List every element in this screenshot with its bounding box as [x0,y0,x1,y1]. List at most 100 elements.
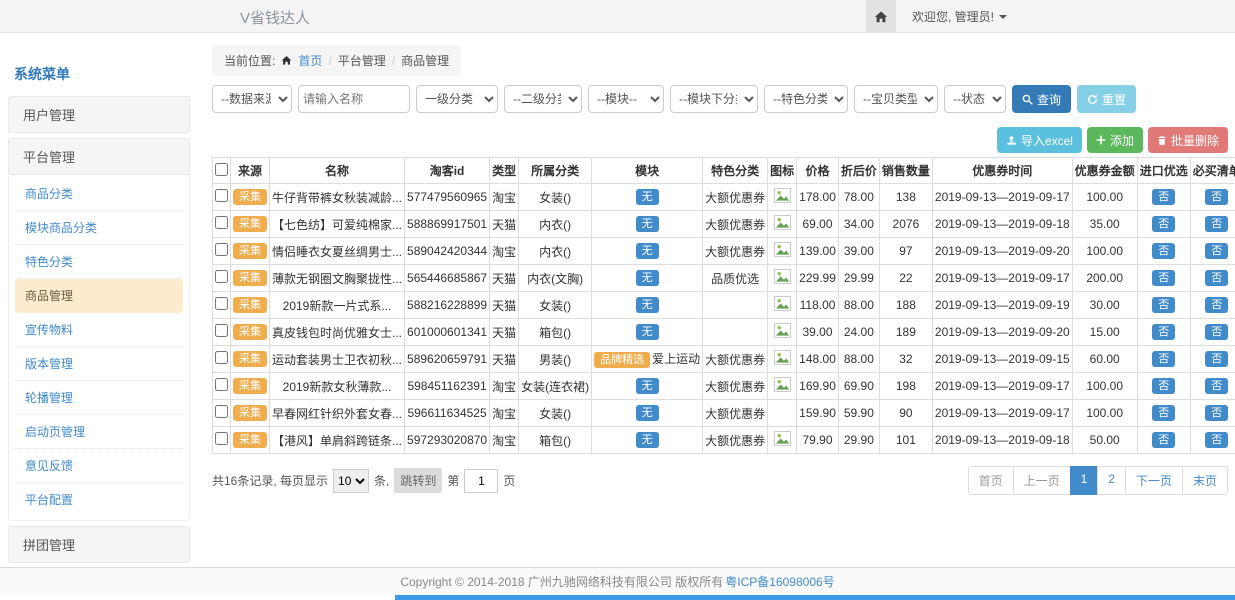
module-cell: 品牌精选爱上运动 [592,346,703,373]
pager-button[interactable]: 上一页 [1013,466,1071,495]
must-buy-badge[interactable]: 否 [1205,216,1228,232]
filter-select-5[interactable]: --宝贝类型-- [854,85,938,113]
import-optimal-badge[interactable]: 否 [1152,297,1175,313]
pager-button[interactable]: 2 [1097,466,1126,495]
sidebar-group-2[interactable]: 拼团管理 [8,526,190,563]
sidebar-item[interactable]: 版本管理 [15,347,183,381]
module-badge: 品牌精选 [594,352,650,368]
batch-delete-button[interactable]: 批量删除 [1148,127,1228,153]
select-all-checkbox[interactable] [215,163,228,176]
shop-type: 淘宝 [490,427,519,454]
table-row: 采集 情侣睡衣女夏丝绸男士... 589042420344 淘宝 内衣() 无 … [213,238,1235,265]
filter-select-3[interactable]: --模块下分类-- [670,85,758,113]
shop-type: 天猫 [490,346,519,373]
import-optimal-badge[interactable]: 否 [1152,189,1175,205]
sales-count: 22 [879,265,932,292]
import-optimal-badge[interactable]: 否 [1152,270,1175,286]
row-checkbox[interactable] [215,351,228,364]
must-buy-badge[interactable]: 否 [1205,405,1228,421]
import-optimal-badge[interactable]: 否 [1152,378,1175,394]
sidebar-item[interactable]: 宣传物料 [15,313,183,347]
search-button[interactable]: 查询 [1012,85,1071,113]
add-button[interactable]: 添加 [1087,127,1143,153]
user-menu[interactable]: 欢迎您, 管理员! [912,8,1007,25]
pager-button[interactable]: 1 [1070,466,1099,495]
must-buy-badge[interactable]: 否 [1205,432,1228,448]
reset-button[interactable]: 重置 [1077,85,1136,113]
page-number-input[interactable] [464,469,498,493]
shop-type: 天猫 [490,265,519,292]
filter-select-4[interactable]: --特色分类-- [764,85,848,113]
sidebar-item-active[interactable]: 商品管理 [15,279,183,313]
row-checkbox[interactable] [215,189,228,202]
thumbnail-cell [768,427,797,454]
jump-button[interactable]: 跳转到 [394,468,442,493]
pager-button[interactable]: 首页 [968,466,1014,495]
import-optimal-badge[interactable]: 否 [1152,405,1175,421]
filter-select-1[interactable]: --二级分类-- [504,85,582,113]
must-buy-badge[interactable]: 否 [1205,189,1228,205]
product-image-icon [774,242,791,260]
category: 箱包() [519,319,592,346]
source-badge: 采集 [233,324,267,340]
row-checkbox[interactable] [215,297,228,310]
must-buy-badge[interactable]: 否 [1205,378,1228,394]
home-button[interactable] [866,0,896,33]
coupon-amount: 35.00 [1072,211,1137,238]
sidebar-group-0[interactable]: 用户管理 [8,96,190,133]
must-buy-badge[interactable]: 否 [1205,351,1228,367]
sidebar-item[interactable]: 启动页管理 [15,415,183,449]
shop-type: 天猫 [490,211,519,238]
category: 内衣(文胸) [519,265,592,292]
import-optimal-badge[interactable]: 否 [1152,351,1175,367]
name-search-input[interactable] [298,85,410,113]
discount-price: 59.90 [838,400,879,427]
breadcrumb-home-link[interactable]: 首页 [298,52,322,69]
must-buy-badge[interactable]: 否 [1205,324,1228,340]
per-page-select[interactable]: 10 [333,469,369,493]
sidebar-item[interactable]: 特色分类 [15,245,183,279]
product-name: 情侣睡衣女夏丝绸男士... [270,238,405,265]
icp-link[interactable]: 粤ICP备16098006号 [725,573,834,590]
sidebar-item[interactable]: 平台配置 [15,483,183,516]
bottom-scrollbar[interactable] [395,595,1235,600]
product-name: 真皮钱包时尚优雅女士... [270,319,405,346]
column-header: 必买清单 [1190,158,1235,184]
import-excel-button[interactable]: 导入excel [997,127,1082,153]
category: 箱包() [519,427,592,454]
sidebar-item[interactable]: 意见反馈 [15,449,183,483]
module-badge: 无 [636,324,659,340]
row-checkbox[interactable] [215,378,228,391]
coupon-amount: 15.00 [1072,319,1137,346]
row-checkbox[interactable] [215,270,228,283]
import-optimal-badge[interactable]: 否 [1152,243,1175,259]
sidebar-item[interactable]: 模块商品分类 [15,211,183,245]
must-buy-badge[interactable]: 否 [1205,297,1228,313]
pager-button[interactable]: 下一页 [1125,466,1183,495]
import-optimal-badge[interactable]: 否 [1152,324,1175,340]
filter-select-2[interactable]: --模块-- [588,85,664,113]
sidebar-item[interactable]: 商品分类 [15,177,183,211]
category: 女装() [519,184,592,211]
page-footer: Copyright © 2014-2018 广州九驰网络科技有限公司 版权所有 … [0,567,1235,595]
row-checkbox[interactable] [215,243,228,256]
row-checkbox[interactable] [215,405,228,418]
column-header: 优惠券金额 [1072,158,1137,184]
must-buy-badge[interactable]: 否 [1205,270,1228,286]
price: 69.00 [797,211,839,238]
sidebar-item[interactable]: 轮播管理 [15,381,183,415]
filter-select-0[interactable]: 一级分类 [416,85,498,113]
row-checkbox[interactable] [215,216,228,229]
must-buy-badge[interactable]: 否 [1205,243,1228,259]
sidebar-group-1[interactable]: 平台管理 [8,138,190,175]
import-optimal-badge[interactable]: 否 [1152,432,1175,448]
row-checkbox[interactable] [215,432,228,445]
data-source-select[interactable]: --数据来源-- [212,85,292,113]
shop-type: 天猫 [490,292,519,319]
row-checkbox[interactable] [215,324,228,337]
import-optimal-badge[interactable]: 否 [1152,216,1175,232]
filter-select-6[interactable]: --状态-- [944,85,1006,113]
module-badge: 无 [636,216,659,232]
product-name: 运动套装男士卫衣初秋... [270,346,405,373]
pager-button[interactable]: 末页 [1182,466,1228,495]
